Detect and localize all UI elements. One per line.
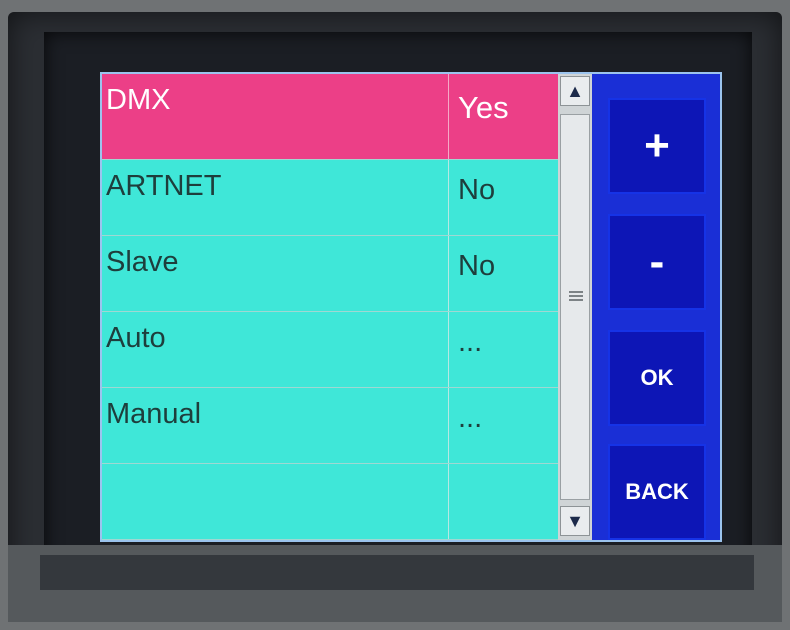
back-button[interactable]: BACK <box>608 444 706 540</box>
row-value: No <box>458 250 496 282</box>
row-value: Yes <box>458 90 509 125</box>
list-item-artnet[interactable]: ARTNET No <box>102 160 558 236</box>
touch-screen: DMX Yes ARTNET No Slave No Auto ... Manu… <box>100 72 722 542</box>
row-value: No <box>458 174 496 206</box>
column-divider <box>448 74 449 159</box>
row-label: Slave <box>106 246 179 278</box>
plus-icon: + <box>644 121 670 170</box>
ok-button[interactable]: OK <box>608 330 706 426</box>
row-label: ARTNET <box>106 170 222 202</box>
scrollbar[interactable]: ▲ ▼ <box>558 74 592 540</box>
list-item-empty[interactable] <box>102 464 558 540</box>
settings-list: DMX Yes ARTNET No Slave No Auto ... Manu… <box>102 74 558 540</box>
ok-label: OK <box>640 365 674 390</box>
list-item-dmx[interactable]: DMX Yes <box>102 74 558 160</box>
device-lower-strip <box>40 555 754 590</box>
minus-button[interactable]: - <box>608 214 706 310</box>
column-divider <box>448 160 449 235</box>
column-divider <box>448 312 449 387</box>
plus-button[interactable]: + <box>608 98 706 194</box>
triangle-up-icon: ▲ <box>566 80 584 101</box>
scroll-up-button[interactable]: ▲ <box>560 76 590 106</box>
row-value: ... <box>458 402 483 434</box>
list-item-slave[interactable]: Slave No <box>102 236 558 312</box>
column-divider <box>448 388 449 463</box>
scroll-thumb[interactable] <box>560 114 590 500</box>
row-label: Auto <box>106 322 166 354</box>
grip-lines-icon <box>569 291 583 303</box>
list-item-auto[interactable]: Auto ... <box>102 312 558 388</box>
column-divider <box>448 464 449 539</box>
list-item-manual[interactable]: Manual ... <box>102 388 558 464</box>
triangle-down-icon: ▼ <box>566 510 584 531</box>
row-label: DMX <box>106 84 171 116</box>
column-divider <box>448 236 449 311</box>
back-label: BACK <box>625 479 689 504</box>
row-label: Manual <box>106 398 202 430</box>
scroll-down-button[interactable]: ▼ <box>560 506 590 536</box>
row-value: ... <box>458 326 483 358</box>
minus-icon: - <box>649 237 665 286</box>
control-panel: + - OK BACK <box>594 74 720 540</box>
